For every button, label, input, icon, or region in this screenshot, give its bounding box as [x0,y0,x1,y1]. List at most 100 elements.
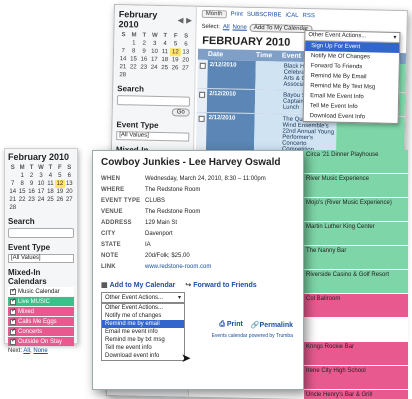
event-action-option[interactable]: Download Event Info [304,111,398,123]
calendar-day[interactable]: 17 [36,188,45,196]
calendar-day[interactable]: 18 [46,188,55,196]
calendar-day[interactable]: 7 [118,47,129,55]
event-action-option[interactable]: Other Event Actions... [102,304,184,312]
calendar-day[interactable]: 20 [180,56,191,64]
month-view-button[interactable]: Month [201,9,227,19]
info-value[interactable]: www.redstone-room.com [145,262,295,273]
calendar-day[interactable]: 27 [180,64,191,72]
subscribe-link[interactable]: SUBSCRIBE [247,12,282,19]
permalink-link[interactable]: 🔗Permalink [251,321,293,329]
calendar-day[interactable]: 10 [149,48,160,56]
event-actions-dropdown-back[interactable]: Other Event Actions... ▾ Sign Up For Eve… [302,29,401,124]
mixed-calendar-item[interactable]: Music Calendar [8,287,74,296]
calendar-day[interactable]: 23 [138,64,149,72]
select-all-link[interactable]: All [223,24,230,30]
event-action-option[interactable]: Remind me by txt msg [102,336,184,344]
go-button[interactable]: Go [171,108,190,117]
front-select-all-link[interactable]: All [23,348,30,354]
calendar-day[interactable]: 3 [36,172,45,180]
calendar-day[interactable]: 12 [55,180,65,188]
other-event-actions-select[interactable]: Other Event Actions... ▾ [101,292,185,303]
calendar-day[interactable]: 2 [139,40,150,48]
checkbox[interactable] [10,327,16,335]
checkbox[interactable] [10,337,16,345]
calendar-day[interactable]: 8 [17,180,26,188]
calendar-day[interactable]: 26 [55,196,64,204]
calendar-day[interactable]: 4 [160,40,171,48]
event-action-option[interactable]: Notify me of changes [102,312,184,320]
event-action-option[interactable]: Remind me by email [102,320,184,328]
calendar-day[interactable]: 9 [139,48,150,56]
calendar-day[interactable]: 8 [128,47,139,55]
calendar-day[interactable]: 5 [55,172,64,180]
calendar-day[interactable]: 11 [160,48,171,56]
checkbox[interactable] [10,307,16,315]
calendar-day[interactable]: 14 [8,188,17,196]
calendar-day[interactable]: 25 [46,196,55,204]
calendar-day[interactable]: 21 [118,63,129,71]
event-checkbox-cell[interactable] [197,59,208,88]
calendar-day[interactable]: 19 [170,56,181,64]
event-type-select[interactable]: [All Values] [116,131,190,142]
calendar-day[interactable]: 12 [170,48,181,57]
add-to-calendar-link[interactable]: ▦ Add to My Calendar [101,281,175,289]
mixed-calendar-item[interactable]: Calls Me Eggs [8,317,74,326]
calendar-day[interactable]: 25 [159,64,170,72]
select-none-link[interactable]: None [232,24,246,30]
forward-to-friends-link[interactable]: ↪ Forward to Friends [185,281,256,289]
calendar-day[interactable]: 6 [181,40,192,48]
calendar-day[interactable]: 24 [36,196,45,204]
event-action-option[interactable]: Email me event info [102,328,184,336]
calendar-day[interactable]: 28 [117,71,128,79]
calendar-day[interactable]: 7 [8,180,17,188]
calendar-day[interactable]: 5 [170,40,181,48]
front-select-none-link[interactable]: None [33,348,47,354]
calendar-day[interactable]: 23 [27,196,36,204]
checkbox[interactable] [10,317,16,325]
calendar-day[interactable]: 14 [118,55,129,63]
calendar-day[interactable]: 27 [65,196,74,204]
calendar-day[interactable]: 28 [8,204,17,212]
calendar-day[interactable]: 16 [27,188,36,196]
add-to-my-calendar-button[interactable]: Add To My Calendar [249,23,313,34]
calendar-day[interactable]: 1 [129,39,140,47]
checkbox[interactable] [10,287,16,295]
calendar-day[interactable]: 22 [17,196,26,204]
calendar-day[interactable]: 13 [65,180,74,188]
powered-by-link[interactable]: Events calendar powered by Trumba [212,333,293,339]
mixed-calendar-item[interactable]: Concerts [8,327,74,336]
calendar-day[interactable]: 18 [159,56,170,64]
print-link[interactable]: ⎙ Print [219,321,243,329]
front-search-input[interactable] [8,228,74,238]
checkbox[interactable] [198,115,205,122]
calendar-day[interactable]: 4 [46,172,55,180]
calendar-day[interactable]: 1 [17,172,26,180]
event-checkbox-cell[interactable] [196,88,208,112]
rss-link[interactable]: RSS [302,13,314,19]
calendar-day[interactable]: 24 [149,64,160,72]
mixed-calendar-item[interactable]: Mixed [8,307,74,316]
mixed-calendar-item[interactable]: Outside On Stay [8,337,74,346]
calendar-day[interactable]: 26 [170,64,181,72]
calendar-day[interactable]: 16 [139,56,150,64]
calendar-day[interactable]: 17 [149,56,160,64]
calendar-day[interactable]: 15 [17,188,26,196]
checkbox[interactable] [199,91,206,98]
calendar-day[interactable]: 15 [128,55,139,63]
checkbox[interactable] [10,297,16,305]
ical-link[interactable]: iCAL [285,13,298,19]
search-input[interactable] [116,95,191,107]
calendar-day[interactable]: 9 [27,180,36,188]
calendar-day[interactable]: 21 [8,196,17,204]
calendar-day[interactable]: 11 [46,180,55,188]
calendar-day[interactable]: 20 [65,188,74,196]
checkbox[interactable] [199,62,206,69]
calendar-day[interactable]: 3 [149,40,160,48]
front-event-type-select[interactable]: [All Values] [8,254,74,263]
calendar-day[interactable]: 19 [55,188,64,196]
mixed-calendar-item[interactable]: Live MUSIC [8,297,74,306]
calendar-day[interactable]: 2 [27,172,36,180]
calendar-day[interactable]: 13 [180,48,191,56]
event-action-option[interactable]: Download event info [102,352,184,360]
calendar-day[interactable]: 10 [36,180,45,188]
